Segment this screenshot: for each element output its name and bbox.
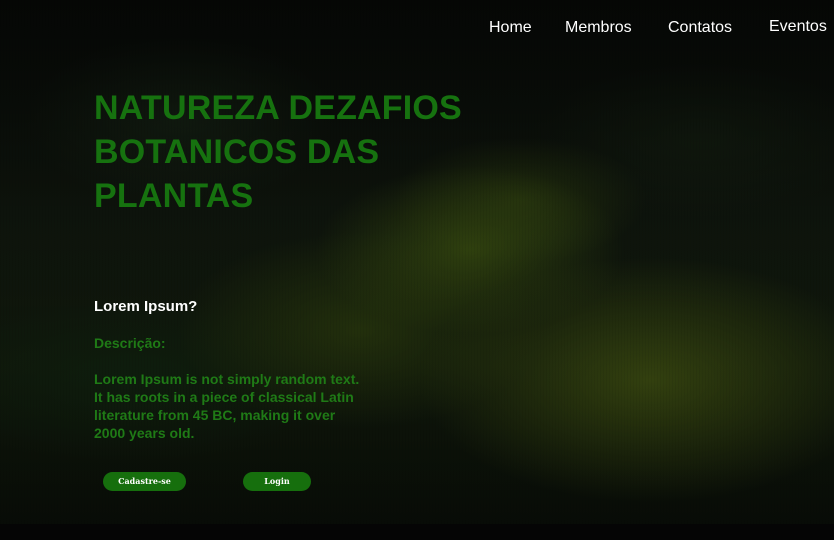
page-title: NATUREZA DEZAFIOS BOTANICOS DAS PLANTAS (94, 86, 514, 218)
nav-item-membros[interactable]: Membros (565, 18, 632, 38)
login-button[interactable]: Login (243, 472, 311, 491)
title-line: BOTANICOS DAS (94, 133, 380, 171)
background-overlay (0, 0, 834, 524)
description-line: literature from 45 BC, making it over (94, 407, 336, 423)
nav-item-home[interactable]: Home (489, 18, 532, 38)
description-line: 2000 years old. (94, 425, 195, 441)
description-line: It has roots in a piece of classical Lat… (94, 389, 354, 405)
nav-item-contatos[interactable]: Contatos (668, 18, 732, 38)
title-line: PLANTAS (94, 177, 254, 215)
bottom-bar (0, 524, 834, 540)
nav-item-eventos[interactable]: Eventos (769, 17, 827, 37)
description-label: Descrição: (94, 335, 166, 351)
section-question: Lorem Ipsum? (94, 298, 198, 315)
description-text: Lorem Ipsum is not simply random text. I… (94, 370, 394, 442)
signup-button[interactable]: Cadastre-se (103, 472, 186, 491)
description-line: Lorem Ipsum is not simply random text. (94, 371, 360, 387)
page: Home Membros Contatos Eventos NATUREZA D… (0, 0, 834, 540)
title-line: NATUREZA DEZAFIOS (94, 89, 462, 127)
